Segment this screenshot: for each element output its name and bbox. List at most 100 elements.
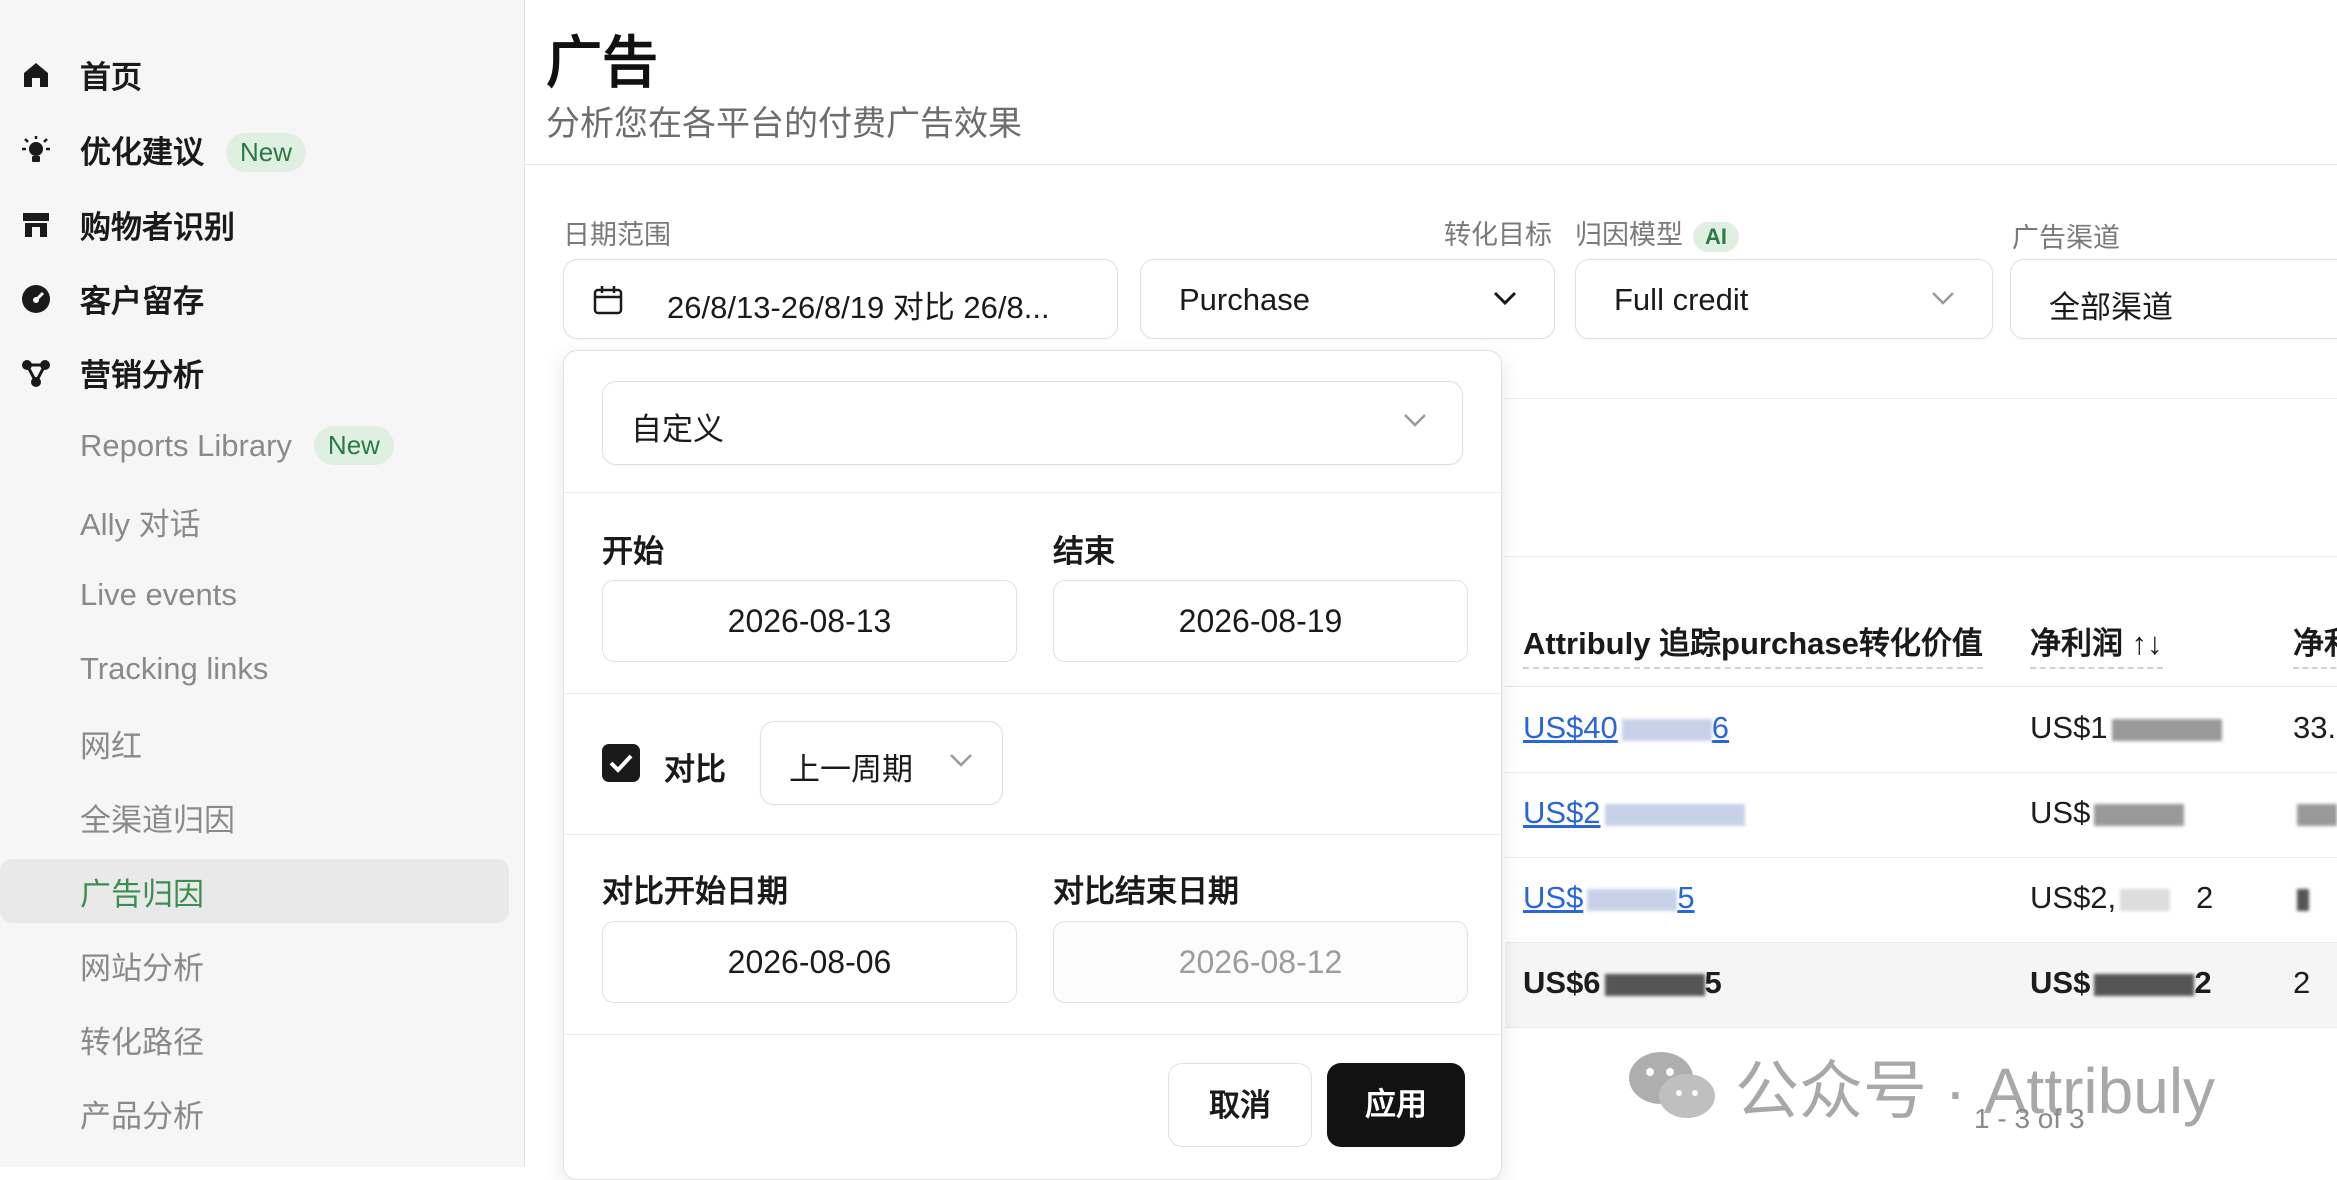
- calendar-icon: [593, 286, 623, 315]
- sidebar-item-ally-chat[interactable]: Ally 对话: [0, 489, 509, 553]
- total-value-text: US$6: [1523, 965, 1601, 1000]
- net-profit-cell: US$2, 2: [2030, 880, 2213, 916]
- redacted-mask: [1587, 888, 1678, 911]
- sidebar-item-label: 客户留存: [80, 283, 204, 319]
- sidebar-item-label: 优化建议: [80, 134, 204, 170]
- column-header-net-profit[interactable]: 净利润 ↑↓: [2030, 618, 2163, 669]
- pagination-text: 1 - 3 of 3: [1974, 1103, 2085, 1134]
- table-total-row: US$6 5 US$ 2 2: [1505, 943, 2337, 1028]
- date-range-select[interactable]: 26/8/13-26/8/19 对比 26/8...: [563, 259, 1118, 339]
- start-date-input[interactable]: 2026-08-13: [602, 580, 1017, 662]
- popover-divider: [564, 1034, 1501, 1035]
- compare-period-select[interactable]: 上一周期: [760, 721, 1003, 805]
- sidebar-item-label: Reports Library: [80, 427, 292, 463]
- column-header-net-margin[interactable]: 净利: [2293, 618, 2337, 669]
- popover-divider: [564, 693, 1501, 694]
- sidebar-item-label: 转化路径: [80, 1024, 204, 1060]
- compare-end-date-input[interactable]: 2026-08-12: [1053, 921, 1468, 1003]
- redacted-mask: [2111, 718, 2222, 741]
- page-subtitle: 分析您在各平台的付费广告效果: [546, 105, 1022, 143]
- conversion-goal-select[interactable]: Purchase: [1140, 259, 1555, 339]
- compare-start-date-input[interactable]: 2026-08-06: [602, 921, 1017, 1003]
- sidebar-item-label: Ally 对话: [80, 506, 201, 542]
- popover-divider: [564, 834, 1501, 835]
- net-profit-text: US$1: [2030, 710, 2108, 745]
- total-net-profit-cell: US$ 2: [2030, 965, 2212, 1001]
- attribution-model-value: Full credit: [1614, 282, 1749, 317]
- conversion-goal-value: Purchase: [1179, 282, 1310, 317]
- sidebar-item-label: 全渠道归因: [80, 802, 235, 838]
- sidebar: 首页 优化建议 New 购物者识别 客户留存 营销分析 Reports Libra…: [0, 0, 525, 1167]
- compare-label: 对比: [664, 752, 726, 787]
- end-date-input[interactable]: 2026-08-19: [1053, 580, 1468, 662]
- channel-label: 广告渠道: [2012, 223, 2120, 253]
- sidebar-item-home[interactable]: 首页: [0, 42, 509, 106]
- sidebar-item-shopper-id[interactable]: 购物者识别: [0, 192, 509, 256]
- chevron-down-icon: [1932, 292, 1954, 305]
- attribution-model-label-text: 归因模型: [1575, 220, 1683, 250]
- net-profit-tail: 2: [2196, 880, 2214, 915]
- sidebar-item-label: Live events: [80, 577, 237, 612]
- net-margin-cell: [2293, 880, 2309, 916]
- sidebar-item-label: 广告归因: [80, 876, 204, 912]
- net-profit-cell: US$1: [2030, 710, 2222, 746]
- sidebar-item-recommendations[interactable]: 优化建议 New: [0, 118, 509, 182]
- attribution-model-select[interactable]: Full credit: [1575, 259, 1993, 339]
- tracked-value-text: US$40: [1523, 710, 1618, 745]
- popover-divider: [564, 492, 1501, 493]
- tracked-value-tail: 5: [1677, 880, 1695, 915]
- sidebar-item-retention[interactable]: 客户留存: [0, 266, 509, 330]
- sidebar-item-label: 网站分析: [80, 950, 204, 986]
- total-profit-text: US$: [2030, 965, 2091, 1000]
- sidebar-item-influencers[interactable]: 网红: [0, 711, 509, 775]
- date-range-popover: 自定义 开始 结束 2026-08-13 2026-08-19 对比 上一周期 …: [563, 350, 1502, 1180]
- tracked-value-text: US$: [1523, 880, 1584, 915]
- ai-badge: AI: [1693, 222, 1739, 252]
- footer-watermark: 公众号 · Attribuly: [1625, 1040, 2215, 1132]
- lightbulb-icon: [22, 136, 50, 162]
- compare-start-date-label: 对比开始日期: [602, 874, 788, 909]
- tracked-value-tail: 6: [1711, 710, 1730, 745]
- sidebar-item-tracking-links[interactable]: Tracking links: [0, 637, 509, 701]
- channel-select[interactable]: 全部渠道: [2010, 259, 2337, 339]
- date-range-label: 日期范围: [563, 220, 671, 250]
- sidebar-item-omnichannel[interactable]: 全渠道归因: [0, 785, 509, 849]
- end-date-label: 结束: [1053, 534, 1115, 569]
- sidebar-item-label: 产品分析: [80, 1098, 204, 1134]
- sidebar-item-site-analytics[interactable]: 网站分析: [0, 933, 509, 997]
- sidebar-item-label: 首页: [80, 59, 142, 95]
- network-icon: [22, 360, 50, 387]
- date-preset-select[interactable]: 自定义: [602, 381, 1463, 465]
- sidebar-item-conversion-paths[interactable]: 转化路径: [0, 1007, 509, 1071]
- tracked-value-cell[interactable]: US$40 6: [1523, 710, 1729, 746]
- sidebar-item-reports-library[interactable]: Reports Library New: [0, 415, 509, 479]
- home-icon: [24, 63, 48, 87]
- store-icon: [23, 213, 49, 237]
- check-icon: [609, 754, 633, 773]
- table-row: US$2 US$: [1505, 773, 2337, 858]
- new-badge: New: [313, 425, 394, 465]
- compare-end-date-label: 对比结束日期: [1053, 874, 1239, 909]
- compare-checkbox[interactable]: [602, 744, 640, 782]
- attribution-model-label: 归因模型 AI: [1575, 213, 1739, 252]
- total-value-tail: 5: [1704, 965, 1722, 1000]
- sidebar-item-label: 营销分析: [80, 357, 204, 393]
- page-title: 广告: [546, 31, 658, 94]
- table-header: Attribuly 追踪purchase转化价值 净利润 ↑↓ 净利: [1505, 596, 2337, 687]
- sidebar-item-product-analytics[interactable]: 产品分析: [0, 1081, 509, 1145]
- tracked-value-cell[interactable]: US$2: [1523, 795, 1745, 831]
- table-row: US$ 5 US$2, 2: [1505, 858, 2337, 943]
- chevron-down-icon: [950, 754, 972, 767]
- tracked-value-cell[interactable]: US$ 5: [1523, 880, 1695, 916]
- sidebar-item-live-events[interactable]: Live events: [0, 563, 509, 627]
- section-divider: [1505, 398, 2337, 399]
- sidebar-item-label: 网红: [80, 728, 142, 764]
- redacted-mask: [2094, 973, 2195, 996]
- column-header-tracked-value[interactable]: Attribuly 追踪purchase转化价值: [1523, 618, 1983, 669]
- apply-button[interactable]: 应用: [1327, 1063, 1465, 1147]
- sidebar-item-ad-attribution[interactable]: 广告归因: [0, 859, 509, 923]
- cancel-button[interactable]: 取消: [1168, 1063, 1312, 1147]
- new-badge: New: [226, 132, 307, 172]
- net-profit-text: US$2,: [2030, 880, 2117, 915]
- sidebar-item-marketing[interactable]: 营销分析: [0, 340, 509, 404]
